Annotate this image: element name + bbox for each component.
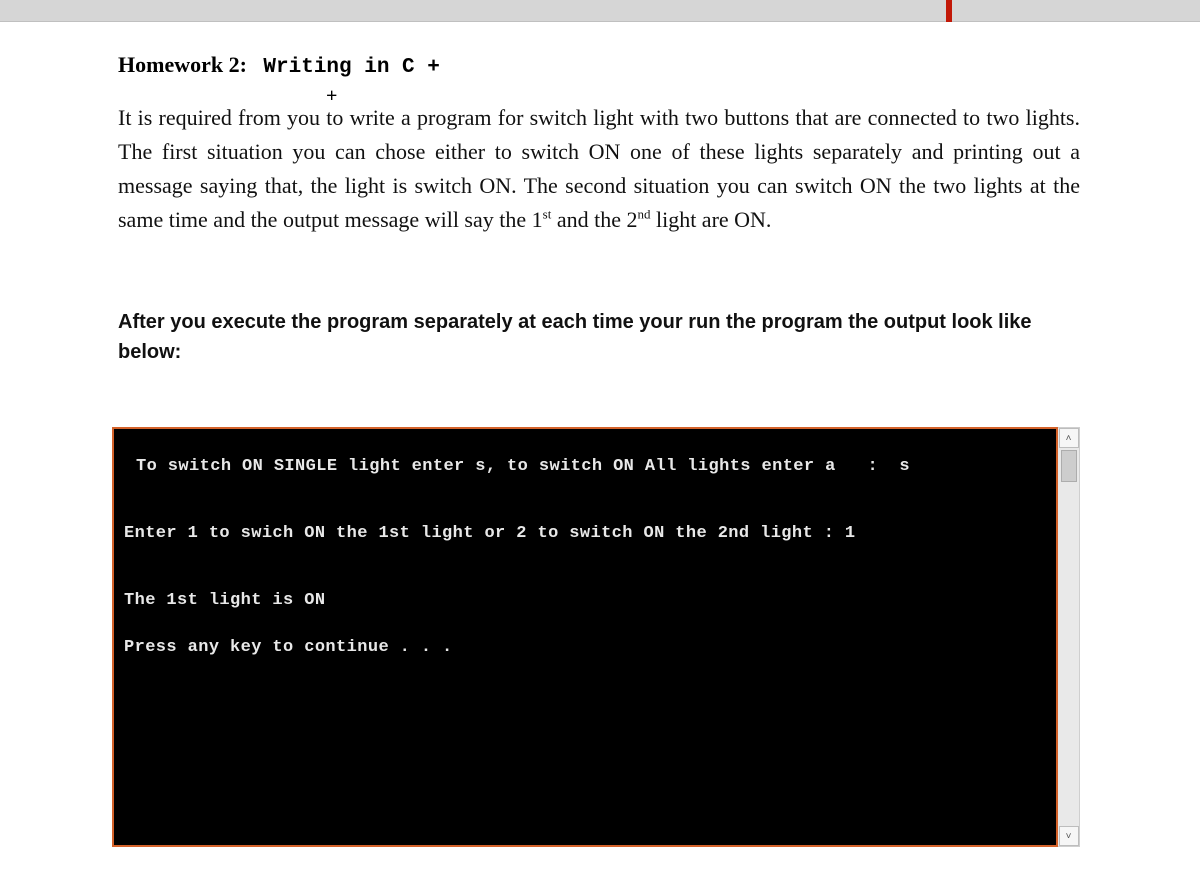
document-page: Homework 2: Writing in C + + It is requi… xyxy=(0,22,1200,847)
console-line-4: Press any key to continue . . . xyxy=(124,638,1042,657)
console-output: To switch ON SINGLE light enter s, to sw… xyxy=(112,427,1058,847)
red-indicator xyxy=(946,0,952,22)
title-language: Writing in C + xyxy=(263,56,439,79)
extra-plus-symbol: + xyxy=(326,91,1080,101)
chevron-down-icon: ˅ xyxy=(1066,831,1072,842)
console-line-3: The 1st light is ON xyxy=(124,591,1042,610)
homework-title: Homework 2: Writing in C + xyxy=(118,52,1080,79)
chevron-up-icon: ˄ xyxy=(1066,433,1072,444)
title-prefix: Homework 2: xyxy=(118,52,247,77)
scroll-down-button[interactable]: ˅ xyxy=(1059,826,1079,846)
console-container: To switch ON SINGLE light enter s, to sw… xyxy=(112,427,1080,847)
top-gray-bar xyxy=(0,0,1200,22)
console-scrollbar[interactable]: ˄ ˅ xyxy=(1058,427,1080,847)
scroll-up-button[interactable]: ˄ xyxy=(1059,428,1079,448)
assignment-description: It is required from you to write a progr… xyxy=(118,101,1080,237)
console-line-2: Enter 1 to swich ON the 1st light or 2 t… xyxy=(124,524,1042,543)
output-instruction: After you execute the program separately… xyxy=(118,307,1080,367)
scroll-thumb[interactable] xyxy=(1061,450,1077,482)
console-line-1: To switch ON SINGLE light enter s, to sw… xyxy=(136,457,1042,476)
